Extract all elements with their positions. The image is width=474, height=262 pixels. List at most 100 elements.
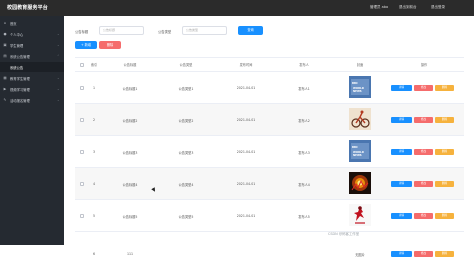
edit-button[interactable]: 修改 xyxy=(414,117,433,123)
cell-type: 公告类型4 xyxy=(178,183,194,187)
header-actions: 操作 xyxy=(420,63,428,67)
cell-time: 2021-04-01 xyxy=(236,150,256,154)
cover-image-figure xyxy=(349,204,371,226)
title-filter-input[interactable]: 公告标题 xyxy=(99,26,144,35)
cell-publisher: 发布人5 xyxy=(298,215,310,219)
table-row: 1 公告标题1 公告类型1 2021-04-01 发布人1 BBC WORLD … xyxy=(75,72,464,104)
sidebar-item-students[interactable]: ▣ 学生管理 ⌄ xyxy=(0,40,64,50)
watermark: CSDN @码客工作室 xyxy=(328,232,360,236)
notice-icon: ▤ xyxy=(3,54,7,58)
delete-button[interactable]: 删除 xyxy=(435,117,454,123)
cell-publisher: 发布人4 xyxy=(298,183,310,187)
detail-button[interactable]: 详情 xyxy=(391,251,412,257)
cell-index: 5 xyxy=(92,214,96,218)
detail-button[interactable]: 详情 xyxy=(391,181,412,187)
news-logo-text: WORLD NEWS xyxy=(353,151,364,157)
education-icon: ▦ xyxy=(3,76,7,80)
header-title: 公告标题 xyxy=(123,63,137,67)
cell-type: 公告类型3 xyxy=(178,151,194,155)
edit-button[interactable]: 修改 xyxy=(414,213,433,219)
edit-button[interactable]: 修改 xyxy=(414,149,433,155)
sidebar-item-notice-mgmt[interactable]: ▤ 系统公告管理 ⌃ xyxy=(0,51,64,61)
delete-button[interactable]: 删除 xyxy=(435,181,454,187)
cell-type: 公告类型1 xyxy=(178,87,194,91)
header-time: 发布时间 xyxy=(239,63,253,67)
video-icon: ▶ xyxy=(3,87,7,91)
main-content: 公告标题 公告标题 公告类型 公告类型 查询 + 新增 删除 索引 公告标题 公… xyxy=(64,16,474,262)
cell-index: 3 xyxy=(92,150,96,154)
students-icon: ▣ xyxy=(3,43,7,47)
detail-button[interactable]: 详情 xyxy=(391,117,412,123)
delete-button[interactable]: 删除 xyxy=(435,85,454,91)
table-row: 5 公告标题5 公告类型5 2021-04-01 发布人5 详情 修改 删除 xyxy=(75,200,464,232)
type-filter-label: 公告类型 xyxy=(158,30,172,34)
chevron-down-icon: ⌄ xyxy=(57,87,60,91)
cell-publisher: 发布人2 xyxy=(298,119,310,123)
cell-title: 111 xyxy=(126,252,134,256)
table-row: 3 公告标题3 公告类型3 2021-04-01 发布人3 BBC WORLD … xyxy=(75,136,464,168)
chevron-up-icon: ⌃ xyxy=(57,54,60,58)
chevron-down-icon: ⌄ xyxy=(57,32,60,36)
sidebar-item-label: 学生管理 xyxy=(10,44,24,48)
bulk-delete-button[interactable]: 删除 xyxy=(99,41,121,49)
sidebar-item-label: 首页 xyxy=(10,22,17,26)
cell-type: 公告类型5 xyxy=(178,215,194,219)
cell-time: 2021-04-01 xyxy=(236,86,256,90)
cell-index: 1 xyxy=(92,86,96,90)
title-filter-label: 公告标题 xyxy=(75,30,89,34)
delete-button[interactable]: 删除 xyxy=(435,213,454,219)
cell-title: 公告标题3 xyxy=(122,151,138,155)
sidebar-item-education[interactable]: ▦ 教育学生管理 ⌄ xyxy=(0,73,64,83)
cover-image-fire xyxy=(349,172,371,194)
cell-title: 公告标题2 xyxy=(122,119,138,123)
table-row: 6 111 无图片 详情 修改 删除 xyxy=(75,232,464,262)
sidebar-item-label: 系统公告管理 xyxy=(10,55,30,59)
select-all-checkbox[interactable] xyxy=(80,63,84,67)
row-checkbox[interactable] xyxy=(80,182,84,186)
admin-label: 管理员 abo xyxy=(370,5,389,9)
detail-button[interactable]: 详情 xyxy=(391,149,412,155)
sidebar-item-activity[interactable]: ✎ 活动报名管理 ⌄ xyxy=(0,95,64,105)
add-button[interactable]: + 新增 xyxy=(75,41,97,49)
delete-button[interactable]: 删除 xyxy=(435,251,454,257)
edit-button[interactable]: 修改 xyxy=(414,181,433,187)
news-logo-text: BBC xyxy=(352,146,358,149)
sidebar-subitem-notice[interactable]: 系统公告 xyxy=(0,62,64,72)
chevron-down-icon: ⌄ xyxy=(57,43,60,47)
detail-button[interactable]: 详情 xyxy=(391,85,412,91)
cover-image-bike xyxy=(349,108,371,130)
news-logo-text: WORLD NEWS xyxy=(353,87,364,93)
row-checkbox[interactable] xyxy=(80,118,84,122)
app-title: 校园教育服务平台 xyxy=(7,5,48,11)
type-filter-input[interactable]: 公告类型 xyxy=(182,26,227,35)
delete-button[interactable]: 删除 xyxy=(435,149,454,155)
top-bar: 校园教育服务平台 管理员 abo 退出到前台 退出登录 xyxy=(0,0,474,16)
home-icon: ⌂ xyxy=(3,21,7,25)
detail-button[interactable]: 详情 xyxy=(391,213,412,219)
edit-button[interactable]: 修改 xyxy=(414,251,433,257)
sidebar-item-home[interactable]: ⌂ 首页 xyxy=(0,18,64,28)
cell-time: 2021-04-01 xyxy=(236,182,256,186)
go-frontend-link[interactable]: 退出到前台 xyxy=(399,5,417,10)
cover-image-news: BBC WORLD NEWS xyxy=(349,140,371,162)
sidebar-item-label: 系统公告 xyxy=(10,66,24,70)
logout-link[interactable]: 退出登录 xyxy=(431,5,445,10)
table-row: 2 公告标题2 公告类型2 2021-04-01 发布人2 详情 修改 删除 xyxy=(75,104,464,136)
search-button-label: 查询 xyxy=(247,28,254,32)
header-index: 索引 xyxy=(90,63,98,67)
sidebar-item-label: 教育学生管理 xyxy=(10,77,30,81)
sidebar-item-video[interactable]: ▶ 视频学习管理 ⌄ xyxy=(0,84,64,94)
row-checkbox[interactable] xyxy=(80,150,84,154)
sidebar: ⌂ 首页 ● 个人中心 ⌄ ▣ 学生管理 ⌄ ▤ 系统公告管理 ⌃ 系统公告 ▦… xyxy=(0,16,64,245)
cell-cover-empty: 无图片 xyxy=(355,253,365,257)
cell-index: 6 xyxy=(92,252,96,256)
cell-time: 2021-04-01 xyxy=(236,214,256,218)
search-button[interactable]: 查询 xyxy=(238,26,263,35)
row-checkbox[interactable] xyxy=(80,86,84,90)
chevron-down-icon: ⌄ xyxy=(57,76,60,80)
sidebar-item-profile[interactable]: ● 个人中心 ⌄ xyxy=(0,29,64,39)
cell-title: 公告标题5 xyxy=(122,215,138,219)
edit-button[interactable]: 修改 xyxy=(414,85,433,91)
header-cover: 封面 xyxy=(356,63,364,67)
row-checkbox[interactable] xyxy=(80,214,84,218)
